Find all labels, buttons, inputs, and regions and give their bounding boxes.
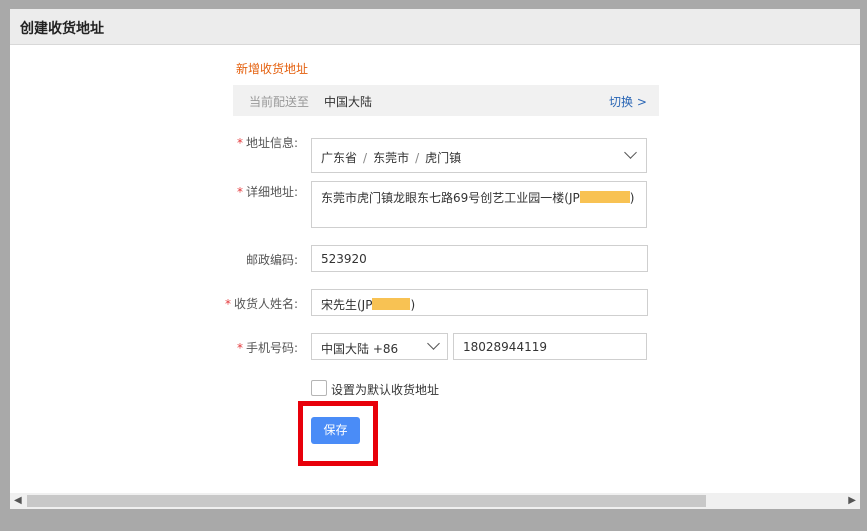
scroll-left-icon[interactable]: ◀ [14, 495, 22, 506]
phone-number-input[interactable]: 18028944119 [453, 333, 647, 360]
city-value: 东莞市 [373, 151, 410, 165]
country-code-value: 中国大陆 +86 [321, 342, 399, 356]
region-separator: / [415, 151, 420, 165]
detail-address-textarea[interactable]: 东莞市虎门镇龙眼东七路69号创艺工业园一楼(JP) [311, 181, 647, 228]
default-address-checkbox[interactable] [311, 380, 327, 396]
dialog-window: 创建收货地址 新增收货地址 当前配送至 中国大陆 切换 > * 地址信息: 广东省… [10, 9, 860, 509]
bottom-strip [0, 514, 867, 531]
ship-to-bar: 当前配送至 中国大陆 切换 > [233, 85, 659, 116]
postal-code-value: 523920 [321, 252, 367, 266]
redaction-mask [372, 298, 411, 310]
section-title: 新增收货地址 [236, 62, 309, 76]
chevron-down-icon [624, 146, 637, 159]
title-bar: 创建收货地址 [10, 9, 860, 45]
phone-number-value: 18028944119 [463, 340, 547, 354]
ship-to-label: 当前配送至 [249, 95, 310, 109]
phone-label: * 手机号码: [236, 341, 298, 355]
highlight-box [298, 401, 378, 466]
required-mark: * [236, 136, 243, 150]
region-separator: / [363, 151, 368, 165]
dialog-title: 创建收货地址 [20, 21, 104, 37]
country-code-select[interactable]: 中国大陆 +86 [311, 333, 448, 360]
horizontal-scrollbar[interactable]: ◀ ▶ [10, 493, 860, 509]
postal-label: 邮政编码: [245, 253, 298, 267]
province-value: 广东省 [321, 151, 358, 165]
postal-code-input[interactable]: 523920 [311, 245, 648, 272]
recipient-label: * 收货人姓名: [224, 297, 298, 311]
town-value: 虎门镇 [425, 151, 462, 165]
region-label: * 地址信息: [236, 136, 298, 150]
scroll-right-icon[interactable]: ▶ [848, 495, 856, 506]
detail-address-value: 东莞市虎门镇龙眼东七路69号创艺工业园一楼(JP [321, 191, 580, 205]
redaction-mask [579, 191, 630, 203]
scrollbar-thumb[interactable] [27, 495, 706, 507]
detail-label: * 详细地址: [236, 185, 298, 199]
switch-region-link[interactable]: 切换 > [609, 93, 647, 110]
chevron-down-icon [427, 337, 440, 350]
ship-to-value: 中国大陆 [324, 95, 373, 109]
recipient-name-value: 宋先生(JP [321, 298, 373, 312]
recipient-name-input[interactable]: 宋先生(JP) [311, 289, 648, 316]
default-address-label[interactable]: 设置为默认收货地址 [331, 381, 439, 398]
region-select[interactable]: 广东省 / 东莞市 / 虎门镇 [311, 138, 647, 173]
